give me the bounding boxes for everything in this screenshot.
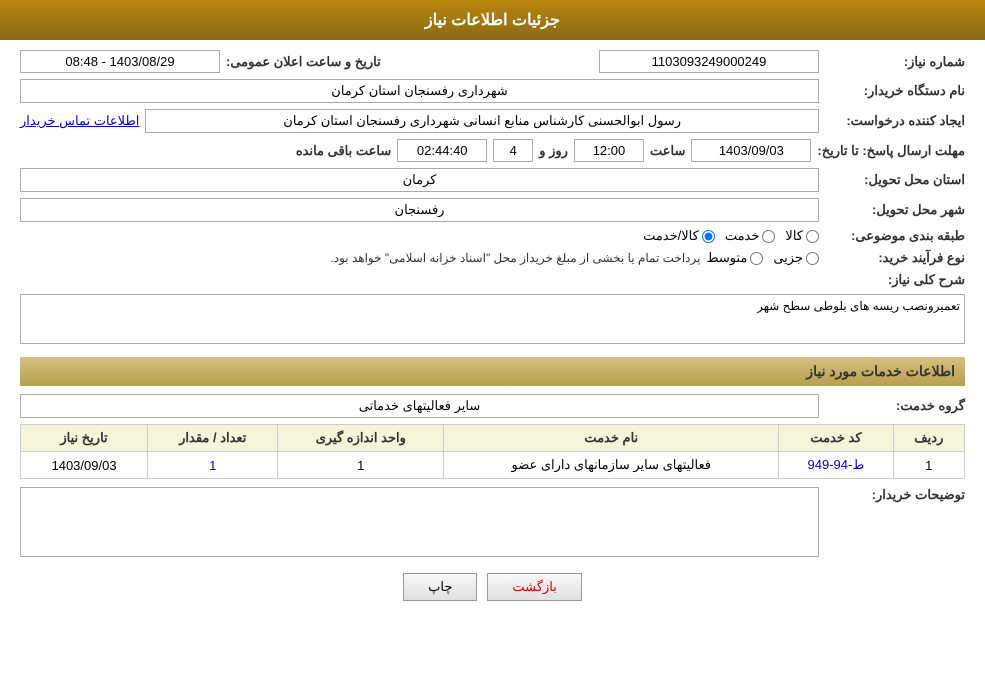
buyer-name-value: شهرداری رفسنجان استان کرمان <box>20 79 819 103</box>
need-number-value: 1103093249000249 <box>599 50 819 73</box>
services-table-header-row: ردیف کد خدمت نام خدمت واحد اندازه گیری ت… <box>21 425 965 452</box>
creator-contact-link[interactable]: اطلاعات تماس خریدار <box>20 113 139 129</box>
category-radio-kala[interactable] <box>806 230 819 243</box>
province-row: استان محل تحویل: کرمان <box>20 168 965 192</box>
category-option-kala: کالا <box>785 228 819 244</box>
deadline-remaining-label: ساعت باقی مانده <box>296 143 391 159</box>
table-cell-quantity: 1 <box>148 452 278 479</box>
category-row: طبقه بندی موضوعی: کالا خدمت کالا/خدمت <box>20 228 965 244</box>
table-cell-row: 1 <box>893 452 964 479</box>
services-table-body: 1ط-94-949فعالیتهای سایر سازمانهای دارای … <box>21 452 965 479</box>
category-option-khedmat: خدمت <box>725 228 776 244</box>
deadline-days-label: روز و <box>539 143 568 159</box>
city-value: رفسنجان <box>20 198 819 222</box>
page-header: جزئیات اطلاعات نیاز <box>0 0 985 40</box>
table-row: 1ط-94-949فعالیتهای سایر سازمانهای دارای … <box>21 452 965 479</box>
col-unit: واحد اندازه گیری <box>278 425 444 452</box>
province-label: استان محل تحویل: <box>825 172 965 188</box>
page-title: جزئیات اطلاعات نیاز <box>425 12 560 29</box>
print-button[interactable]: چاپ <box>403 573 477 601</box>
category-option-kala-khedmat: کالا/خدمت <box>643 228 715 244</box>
need-number-row: شماره نیاز: 1103093249000249 تاریخ و ساع… <box>20 50 965 73</box>
category-radio-kala-khedmat[interactable] <box>702 230 715 243</box>
col-code: کد خدمت <box>779 425 893 452</box>
need-desc-area <box>20 294 965 347</box>
purchase-option-jozi: جزیی <box>773 250 819 266</box>
buyer-notes-row: توضیحات خریدار: <box>20 487 965 557</box>
content-area: شماره نیاز: 1103093249000249 تاریخ و ساع… <box>0 40 985 631</box>
buttons-row: بازگشت چاپ <box>20 573 965 601</box>
city-label: شهر محل تحویل: <box>825 202 965 218</box>
city-row: شهر محل تحویل: رفسنجان <box>20 198 965 222</box>
purchase-option-motawaset: متوسط <box>706 250 763 266</box>
buyer-notes-label: توضیحات خریدار: <box>825 487 965 503</box>
purchase-type-label: نوع فرآیند خرید: <box>825 250 965 266</box>
service-group-label: گروه خدمت: <box>825 398 965 414</box>
buyer-name-label: نام دستگاه خریدار: <box>825 83 965 99</box>
purchase-label-jozi: جزیی <box>773 250 803 266</box>
page-wrapper: جزئیات اطلاعات نیاز شماره نیاز: 11030932… <box>0 0 985 691</box>
purchase-type-row: نوع فرآیند خرید: جزیی متوسط پرداخت تمام … <box>20 250 965 266</box>
announce-datetime-label: تاریخ و ساعت اعلان عمومی: <box>226 54 381 70</box>
need-desc-textarea[interactable] <box>20 294 965 344</box>
purchase-radio-jozi[interactable] <box>806 252 819 265</box>
category-label: طبقه بندی موضوعی: <box>825 228 965 244</box>
creator-row: ایجاد کننده درخواست: رسول ابوالحسنی کارش… <box>20 109 965 133</box>
category-label-kala: کالا <box>785 228 803 244</box>
purchase-type-radio-group: جزیی متوسط <box>706 250 819 266</box>
purchase-label-motawaset: متوسط <box>706 250 747 266</box>
table-cell-date: 1403/09/03 <box>21 452 148 479</box>
deadline-time-label: ساعت <box>650 143 685 159</box>
buyer-notes-textarea[interactable] <box>20 487 819 557</box>
table-cell-name: فعالیتهای سایر سازمانهای دارای عضو <box>444 452 779 479</box>
purchase-note: پرداخت تمام یا بخشی از مبلغ خریداز محل "… <box>330 251 700 265</box>
category-label-khedmat: خدمت <box>725 228 760 244</box>
service-group-row: گروه خدمت: سایر فعالیتهای خدماتی <box>20 394 965 418</box>
col-date: تاریخ نیاز <box>21 425 148 452</box>
category-radio-khedmat[interactable] <box>762 230 775 243</box>
need-desc-row: شرح کلی نیاز: <box>20 272 965 288</box>
deadline-row: مهلت ارسال پاسخ: تا تاریخ: 1403/09/03 سا… <box>20 139 965 162</box>
back-button[interactable]: بازگشت <box>487 573 581 601</box>
deadline-remaining-value: 02:44:40 <box>397 139 487 162</box>
category-label-kala-khedmat: کالا/خدمت <box>643 228 699 244</box>
services-section-header: اطلاعات خدمات مورد نیاز <box>20 357 965 386</box>
need-number-label: شماره نیاز: <box>825 54 965 70</box>
col-name: نام خدمت <box>444 425 779 452</box>
buyer-name-row: نام دستگاه خریدار: شهرداری رفسنجان استان… <box>20 79 965 103</box>
services-table: ردیف کد خدمت نام خدمت واحد اندازه گیری ت… <box>20 424 965 479</box>
col-row: ردیف <box>893 425 964 452</box>
col-quantity: تعداد / مقدار <box>148 425 278 452</box>
creator-label: ایجاد کننده درخواست: <box>825 113 965 129</box>
need-desc-label: شرح کلی نیاز: <box>825 272 965 288</box>
deadline-label: مهلت ارسال پاسخ: تا تاریخ: <box>817 143 965 159</box>
table-cell-unit: 1 <box>278 452 444 479</box>
table-cell-code: ط-94-949 <box>779 452 893 479</box>
deadline-date-value: 1403/09/03 <box>691 139 811 162</box>
creator-value: رسول ابوالحسنی کارشناس منابع انسانی شهرد… <box>145 109 819 133</box>
purchase-radio-motawaset[interactable] <box>750 252 763 265</box>
category-radio-group: کالا خدمت کالا/خدمت <box>643 228 819 244</box>
services-table-header: ردیف کد خدمت نام خدمت واحد اندازه گیری ت… <box>21 425 965 452</box>
deadline-days-value: 4 <box>493 139 533 162</box>
province-value: کرمان <box>20 168 819 192</box>
deadline-time-value: 12:00 <box>574 139 644 162</box>
announce-datetime-value: 1403/08/29 - 08:48 <box>20 50 220 73</box>
service-group-value: سایر فعالیتهای خدماتی <box>20 394 819 418</box>
